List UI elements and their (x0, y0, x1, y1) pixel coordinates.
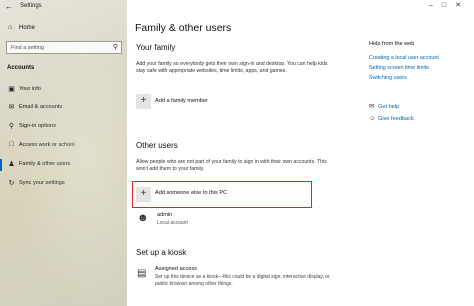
sidebar-item-access-work-school[interactable]: □ Access work or school (0, 139, 127, 153)
plus-icon: + (140, 95, 147, 106)
plus-icon: + (140, 188, 147, 199)
sidebar-item-sign-in-options[interactable]: ⚲ Sign-in options (0, 120, 127, 134)
add-someone-tile[interactable]: + (136, 187, 151, 202)
help-link-switching-users[interactable]: Switching users (369, 75, 407, 81)
sidebar-item-family-other-users[interactable]: ♟ Family & other users (0, 158, 127, 172)
window-controls[interactable]: –□✕ (429, 1, 470, 9)
app-title: Settings (20, 3, 42, 9)
kiosk-icon: ▤ (137, 268, 147, 279)
sidebar-item-label: Sign-in options (19, 123, 57, 129)
nav-home[interactable]: ⌂ Home (0, 22, 127, 36)
kiosk-description: Set up this device as a kiosk—this could… (155, 274, 330, 287)
give-feedback-label: Give feedback (378, 116, 414, 122)
your-family-description: Add your family so everybody gets their … (136, 61, 328, 74)
feedback-icon: ☺ (369, 115, 376, 122)
mail-icon: ✉ (8, 104, 15, 111)
other-users-heading: Other users (136, 141, 178, 150)
sidebar-item-label: Email & accounts (19, 104, 63, 110)
sidebar-item-sync-settings[interactable]: ↻ Sync your settings (0, 177, 127, 191)
briefcase-icon: □ (9, 141, 14, 148)
give-feedback-link[interactable]: ☺ Give feedback (369, 115, 414, 122)
get-help-label: Get help (378, 104, 400, 110)
active-indicator (0, 159, 2, 171)
page-title: Family & other users (135, 22, 232, 34)
user-name[interactable]: admin (157, 212, 172, 218)
other-users-description: Allow people who are not part of your fa… (136, 159, 327, 172)
back-arrow-icon[interactable]: ← (5, 2, 13, 11)
user-account-type: Local account (157, 220, 188, 226)
sidebar-item-label: Your info (19, 86, 41, 92)
people-icon: ♟ (8, 161, 15, 168)
title-bar: ← Settings (0, 0, 127, 14)
add-family-member-button[interactable]: Add a family member (155, 98, 208, 104)
main-content: –□✕ Family & other users Your family Add… (127, 0, 474, 306)
chat-bubble-icon: ✉ (369, 103, 375, 110)
search-input[interactable]: Find a setting ⚲ (6, 41, 122, 54)
person-card-icon: ▣ (8, 86, 15, 93)
sidebar-item-email-accounts[interactable]: ✉ Email & accounts (0, 101, 127, 115)
help-link-screen-time[interactable]: Setting screen time limits (369, 65, 429, 71)
help-title: Help from the web (369, 41, 415, 47)
sidebar-item-label: Access work or school (19, 142, 75, 148)
help-link-local-account[interactable]: Creating a local user account (369, 55, 439, 61)
sidebar-section-label: Accounts (7, 65, 35, 71)
sidebar-item-your-info[interactable]: ▣ Your info (0, 83, 127, 97)
user-avatar-icon: ☻ (137, 212, 149, 224)
assigned-access-button[interactable]: Assigned access (155, 266, 197, 272)
add-family-member-tile[interactable]: + (136, 94, 151, 109)
search-placeholder: Find a setting (11, 45, 45, 51)
kiosk-heading: Set up a kiosk (136, 248, 187, 257)
add-someone-else-button[interactable]: Add someone else to this PC (155, 190, 227, 196)
sidebar-item-label: Family & other users (19, 161, 71, 167)
nav-home-label: Home (19, 25, 36, 31)
search-icon: ⚲ (112, 44, 118, 51)
sync-icon: ↻ (8, 180, 15, 187)
sidebar-item-label: Sync your settings (19, 180, 65, 186)
get-help-link[interactable]: ✉ Get help (369, 102, 399, 110)
key-icon: ⚲ (8, 123, 15, 130)
your-family-heading: Your family (136, 43, 176, 52)
sidebar: ← Settings ⌂ Home Find a setting ⚲ Accou… (0, 0, 127, 306)
home-icon: ⌂ (8, 24, 13, 31)
